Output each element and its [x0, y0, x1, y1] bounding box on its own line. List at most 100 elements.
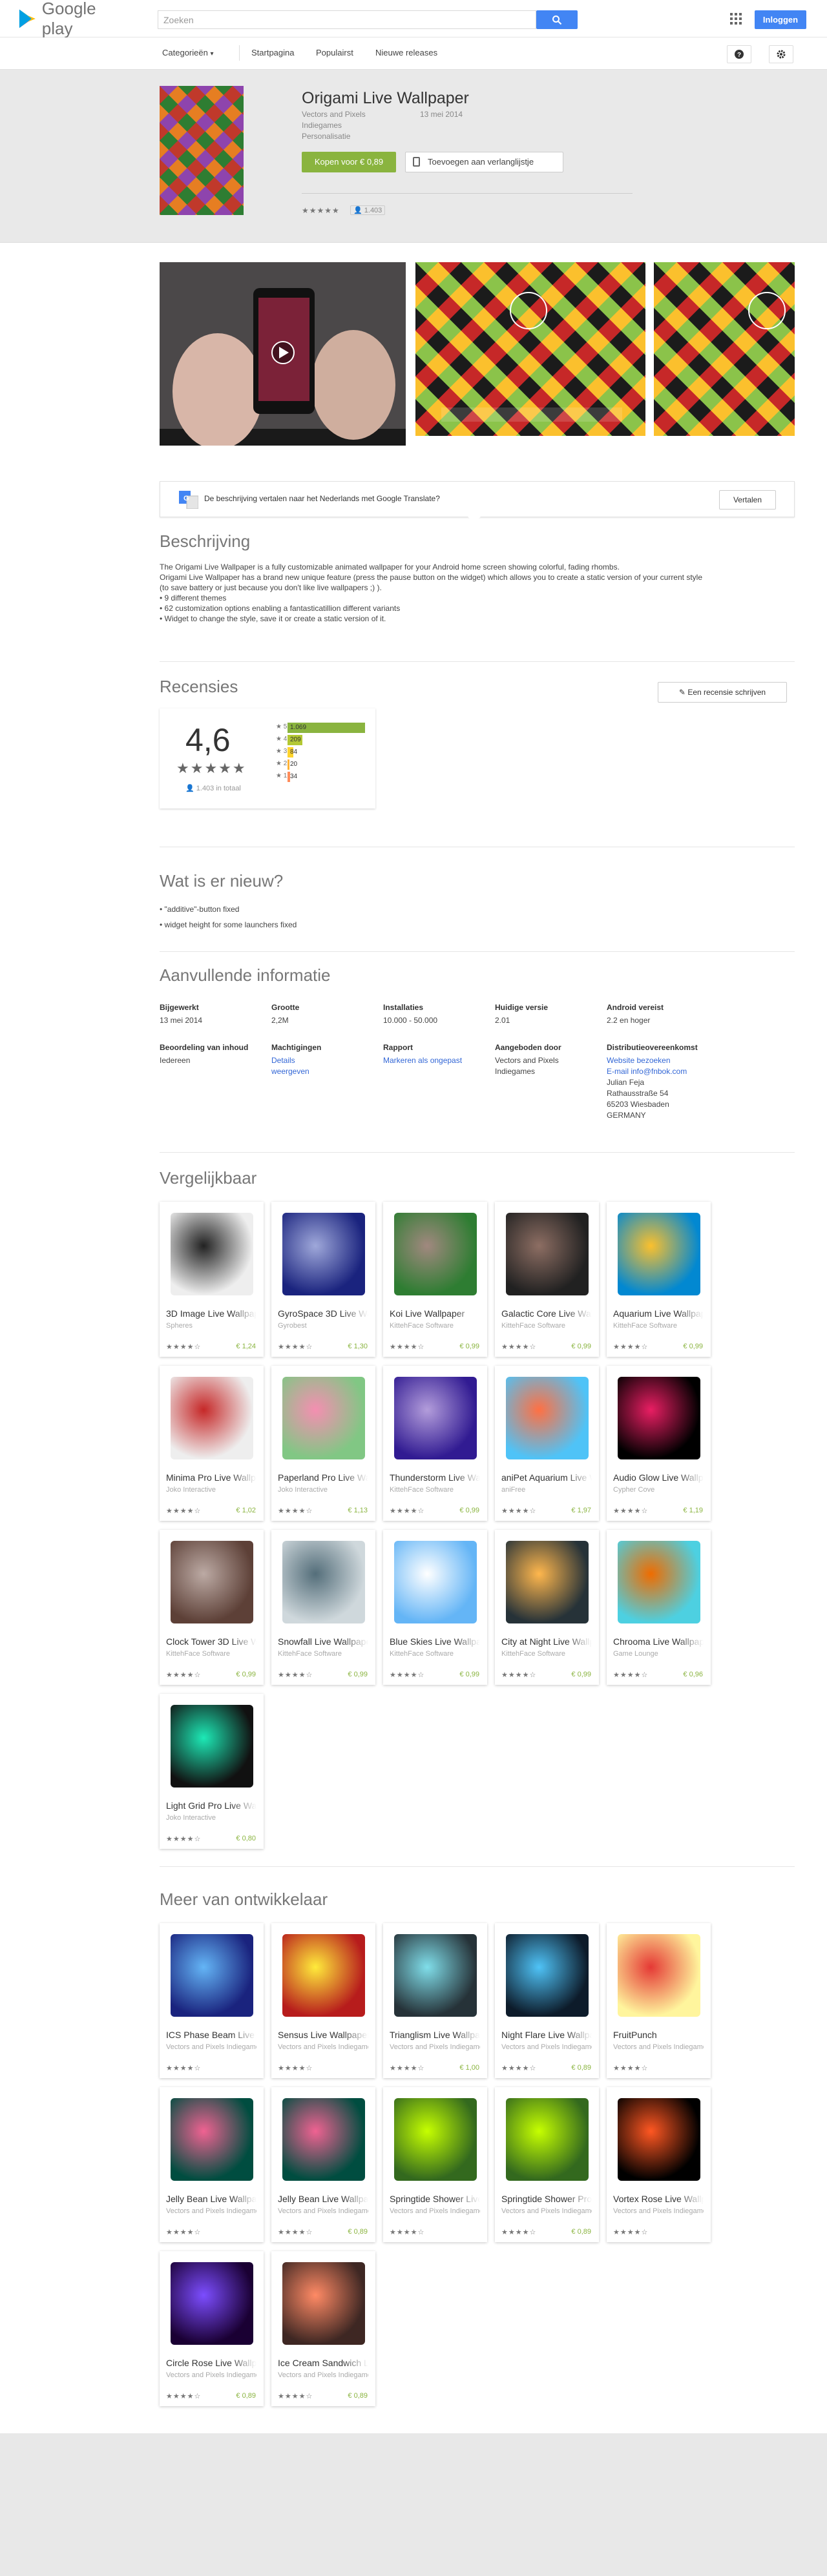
- report-link[interactable]: Markeren als ongepast: [383, 1055, 462, 1066]
- app-card-developer[interactable]: Joko Interactive: [166, 1486, 256, 1494]
- app-card-price[interactable]: € 0,99: [459, 1671, 479, 1678]
- app-card-developer[interactable]: KittehFace Software: [501, 1322, 592, 1330]
- app-card-developer[interactable]: Vectors and Pixels Indiegames: [501, 2207, 592, 2215]
- app-card-title[interactable]: Springtide Shower Pro: [501, 2194, 592, 2204]
- app-thumbnail[interactable]: [618, 1934, 700, 2017]
- similar-app-card[interactable]: City at Night Live Wallpaper KittehFace S…: [495, 1530, 599, 1685]
- more-app-card[interactable]: ICS Phase Beam Live Wallpaper Vectors and…: [160, 1923, 264, 2078]
- app-card-title[interactable]: ICS Phase Beam Live Wallpaper: [166, 2030, 256, 2040]
- similar-app-card[interactable]: Aquarium Live Wallpaper KittehFace Softwa…: [607, 1202, 711, 1357]
- app-thumbnail[interactable]: [618, 1213, 700, 1295]
- app-thumbnail[interactable]: [171, 2262, 253, 2345]
- app-card-developer[interactable]: KittehFace Software: [390, 1486, 480, 1494]
- similar-app-card[interactable]: Thunderstorm Live Wallpaper KittehFace So…: [383, 1366, 487, 1521]
- similar-app-card[interactable]: Minima Pro Live Wallpaper Joko Interactiv…: [160, 1366, 264, 1521]
- similar-app-card[interactable]: Koi Live Wallpaper KittehFace Software ★★★…: [383, 1202, 487, 1357]
- more-app-card[interactable]: Springtide Shower Live Wallpaper Vectors …: [383, 2087, 487, 2242]
- app-card-developer[interactable]: KittehFace Software: [613, 1322, 704, 1330]
- screenshot-tablet-2[interactable]: [654, 262, 795, 436]
- app-card-price[interactable]: € 0,89: [571, 2064, 591, 2072]
- app-card-developer[interactable]: Spheres: [166, 1322, 256, 1330]
- help-button[interactable]: ?: [727, 45, 751, 63]
- app-card-title[interactable]: Clock Tower 3D Live Wallpaper: [166, 1636, 256, 1647]
- app-card-developer[interactable]: KittehFace Software: [390, 1650, 480, 1658]
- app-thumbnail[interactable]: [618, 1541, 700, 1623]
- app-card-developer[interactable]: KittehFace Software: [390, 1322, 480, 1330]
- app-card-title[interactable]: Galactic Core Live Wallpaper: [501, 1308, 592, 1319]
- app-card-title[interactable]: GyroSpace 3D Live Wallpaper: [278, 1308, 368, 1319]
- app-card-title[interactable]: Trianglism Live Wallpaper: [390, 2030, 480, 2040]
- app-thumbnail[interactable]: [506, 1377, 589, 1459]
- app-thumbnail[interactable]: [618, 2098, 700, 2181]
- similar-app-card[interactable]: Light Grid Pro Live Wallpaper Joko Intera…: [160, 1694, 264, 1849]
- app-card-title[interactable]: Blue Skies Live Wallpaper: [390, 1636, 480, 1647]
- developer-email-link[interactable]: E-mail info@fnbok.com: [607, 1066, 687, 1077]
- app-card-title[interactable]: Snowfall Live Wallpaper: [278, 1636, 368, 1647]
- app-card-price[interactable]: € 1,02: [236, 1507, 256, 1514]
- app-thumbnail[interactable]: [506, 1213, 589, 1295]
- app-card-price[interactable]: € 0,99: [459, 1507, 479, 1514]
- search-input[interactable]: Zoeken: [158, 10, 536, 29]
- app-thumbnail[interactable]: [618, 1377, 700, 1459]
- app-thumbnail[interactable]: [171, 1705, 253, 1788]
- search-button[interactable]: [536, 10, 578, 29]
- more-app-card[interactable]: Vortex Rose Live Wallpaper Vectors and Pi…: [607, 2087, 711, 2242]
- app-thumbnail[interactable]: [282, 1377, 365, 1459]
- app-card-title[interactable]: aniPet Aquarium Live Wallpaper: [501, 1472, 592, 1483]
- app-card-title[interactable]: Audio Glow Live Wallpaper: [613, 1472, 704, 1483]
- app-card-developer[interactable]: Vectors and Pixels Indiegames: [613, 2043, 704, 2051]
- app-card-title[interactable]: Jelly Bean Live Wallpaper Pro: [278, 2194, 368, 2204]
- app-card-developer[interactable]: Vectors and Pixels Indiegames: [166, 2043, 256, 2051]
- app-card-developer[interactable]: Vectors and Pixels Indiegames: [166, 2207, 256, 2215]
- app-card-title[interactable]: Chrooma Live Wallpaper: [613, 1636, 704, 1647]
- app-card-developer[interactable]: Vectors and Pixels Indiegames: [613, 2207, 704, 2215]
- app-card-developer[interactable]: Joko Interactive: [278, 1486, 368, 1494]
- nav-home[interactable]: Startpagina: [251, 48, 295, 57]
- app-card-price[interactable]: € 0,89: [571, 2228, 591, 2236]
- app-card-title[interactable]: Paperland Pro Live Wallpaper: [278, 1472, 368, 1483]
- app-card-price[interactable]: € 1,19: [683, 1507, 703, 1514]
- app-thumbnail[interactable]: [282, 1934, 365, 2017]
- app-card-price[interactable]: € 1,00: [459, 2064, 479, 2072]
- signin-button[interactable]: Inloggen: [755, 10, 806, 29]
- translate-button[interactable]: Vertalen: [719, 490, 776, 510]
- app-thumbnail[interactable]: [282, 2262, 365, 2345]
- app-thumbnail[interactable]: [394, 1377, 477, 1459]
- similar-app-card[interactable]: aniPet Aquarium Live Wallpaper aniFree ★★★…: [495, 1366, 599, 1521]
- app-card-developer[interactable]: Vectors and Pixels Indiegames: [278, 2207, 368, 2215]
- app-card-developer[interactable]: Vectors and Pixels Indiegames: [501, 2043, 592, 2051]
- app-card-title[interactable]: Night Flare Live Wallpaper: [501, 2030, 592, 2040]
- app-thumbnail[interactable]: [394, 1541, 477, 1623]
- more-app-card[interactable]: Sensus Live Wallpaper Vectors and Pixels …: [271, 1923, 375, 2078]
- app-card-title[interactable]: Light Grid Pro Live Wallpaper: [166, 1800, 256, 1811]
- app-card-developer[interactable]: aniFree: [501, 1486, 592, 1494]
- app-thumbnail[interactable]: [171, 1377, 253, 1459]
- app-card-developer[interactable]: Vectors and Pixels Indiegames: [390, 2043, 480, 2051]
- app-thumbnail[interactable]: [506, 1934, 589, 2017]
- app-thumbnail[interactable]: [394, 2098, 477, 2181]
- app-card-title[interactable]: Aquarium Live Wallpaper: [613, 1308, 704, 1319]
- app-card-title[interactable]: Koi Live Wallpaper: [390, 1308, 480, 1319]
- permissions-details-link[interactable]: Details: [271, 1055, 295, 1066]
- app-card-price[interactable]: € 0,99: [571, 1343, 591, 1350]
- app-thumbnail[interactable]: [171, 1541, 253, 1623]
- app-card-developer[interactable]: Vectors and Pixels Indiegames: [278, 2043, 368, 2051]
- app-thumbnail[interactable]: [171, 1213, 253, 1295]
- settings-button[interactable]: [769, 45, 793, 63]
- app-card-developer[interactable]: Vectors and Pixels Indiegames: [278, 2371, 368, 2379]
- app-thumbnail[interactable]: [282, 1541, 365, 1623]
- similar-app-card[interactable]: Paperland Pro Live Wallpaper Joko Interac…: [271, 1366, 375, 1521]
- app-card-title[interactable]: FruitPunch: [613, 2030, 704, 2040]
- similar-app-card[interactable]: Chrooma Live Wallpaper Game Lounge ★★★★☆ € …: [607, 1530, 711, 1685]
- app-card-developer[interactable]: Game Lounge: [613, 1650, 704, 1658]
- more-app-card[interactable]: Jelly Bean Live Wallpaper Vectors and Pix…: [160, 2087, 264, 2242]
- app-card-title[interactable]: Vortex Rose Live Wallpaper: [613, 2194, 704, 2204]
- app-category-personalization[interactable]: Personalisatie: [302, 132, 350, 141]
- wishlist-button[interactable]: Toevoegen aan verlanglijstje: [405, 152, 563, 172]
- more-app-card[interactable]: Ice Cream Sandwich Live Wallpaper Vectors…: [271, 2251, 375, 2406]
- app-card-title[interactable]: Sensus Live Wallpaper: [278, 2030, 368, 2040]
- app-card-developer[interactable]: Vectors and Pixels Indiegames: [166, 2371, 256, 2379]
- similar-app-card[interactable]: Blue Skies Live Wallpaper KittehFace Soft…: [383, 1530, 487, 1685]
- more-app-card[interactable]: Springtide Shower Pro Vectors and Pixels …: [495, 2087, 599, 2242]
- developer-website-link[interactable]: Website bezoeken: [607, 1055, 671, 1066]
